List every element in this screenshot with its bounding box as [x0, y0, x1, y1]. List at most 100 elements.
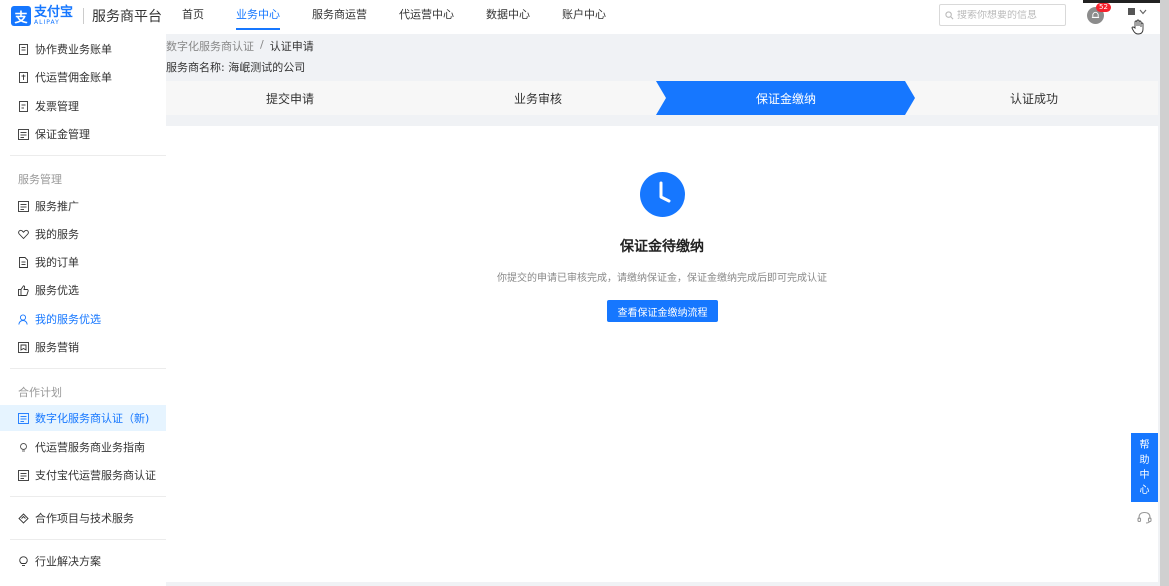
sidebar-item-my-service-select[interactable]: 我的服务优选 — [0, 306, 166, 332]
sidebar-item-deposit[interactable]: 保证金管理 — [0, 121, 166, 147]
heart-icon — [18, 229, 29, 239]
alipay-logo-icon: 支 — [11, 6, 31, 26]
clock-icon — [640, 172, 685, 217]
sidebar-item-label: 我的订单 — [35, 256, 79, 269]
sidebar-item-coop-bill[interactable]: 协作费业务账单 — [0, 36, 166, 62]
search-input[interactable] — [957, 9, 1062, 21]
notification-badge: 52 — [1096, 3, 1111, 12]
sidebar-item-label: 发票管理 — [35, 100, 79, 113]
status-description: 你提交的申请已审核完成，请缴纳保证金，保证金缴纳完成后即可完成认证 — [497, 273, 827, 284]
sidebar-divider — [10, 539, 166, 540]
provider-value: 海岷测试的公司 — [228, 61, 306, 74]
user-menu[interactable] — [1128, 8, 1147, 15]
sidebar: 协作费业务账单 代运营佣金账单 发票管理 保证金管理 服务管理 服务推广 我的服… — [0, 34, 166, 586]
provider-name: 服务商名称: 海岷测试的公司 — [166, 59, 305, 75]
help-center-button[interactable]: 帮 助 中 心 — [1131, 433, 1158, 502]
sidebar-divider — [10, 155, 166, 156]
sidebar-item-label: 合作项目与技术服务 — [35, 512, 134, 525]
sidebar-item-label: 支付宝代运营服务商认证 — [35, 469, 156, 482]
document-icon — [18, 469, 29, 481]
help-char: 中 — [1139, 469, 1150, 481]
sidebar-divider — [10, 368, 166, 369]
sidebar-item-invoice[interactable]: 发票管理 — [0, 93, 166, 119]
logo-cn-text: 支付宝 — [34, 5, 74, 20]
sidebar-item-digital-certification[interactable]: 数字化服务商认证（新) — [0, 405, 166, 431]
help-char: 帮 — [1139, 439, 1150, 451]
sidebar-item-industry-solutions[interactable]: 行业解决方案 — [0, 548, 166, 574]
sidebar-item-label: 我的服务 — [35, 228, 79, 241]
sidebar-item-my-service[interactable]: 我的服务 — [0, 221, 166, 247]
nav-account-center[interactable]: 账户中心 — [562, 0, 606, 34]
nav-agency-center[interactable]: 代运营中心 — [399, 0, 454, 34]
commission-bill-icon — [19, 71, 28, 83]
breadcrumb-current: 认证申请 — [269, 40, 314, 53]
step-deposit: 保证金缴纳 — [755, 91, 816, 106]
window-edge-scrollbar[interactable] — [1160, 0, 1169, 586]
sidebar-item-commission-bill[interactable]: 代运营佣金账单 — [0, 64, 166, 90]
sidebar-item-label: 我的服务优选 — [35, 313, 101, 326]
chevron-down-icon — [1139, 9, 1147, 14]
sidebar-item-label: 协作费业务账单 — [35, 43, 112, 56]
status-title: 保证金待缴纳 — [620, 239, 704, 255]
step-review: 业务审核 — [513, 91, 562, 106]
progress-steps: 提交申请 业务审核 保证金缴纳 认证成功 — [166, 81, 1158, 115]
main-nav: 首页 业务中心 服务商运营 代运营中心 数据中心 账户中心 — [172, 0, 606, 34]
logo-en-text: ALIPAY — [34, 19, 60, 26]
hand-cursor-icon — [1131, 19, 1144, 35]
sidebar-item-label: 数字化服务商认证（新) — [35, 412, 150, 425]
breadcrumb-parent[interactable]: 数字化服务商认证 — [166, 38, 254, 54]
window-edge-top — [1083, 0, 1169, 3]
nav-data-center[interactable]: 数据中心 — [486, 0, 530, 34]
sidebar-item-alipay-agency-cert[interactable]: 支付宝代运营服务商认证 — [0, 462, 166, 488]
sidebar-item-agency-guide[interactable]: 代运营服务商业务指南 — [0, 434, 166, 460]
top-bar: 支 支付宝 ALIPAY 服务商平台 首页 业务中心 服务商运营 代运营中心 数… — [0, 0, 1169, 34]
help-char: 助 — [1139, 454, 1150, 466]
sidebar-item-my-order[interactable]: 我的订单 — [0, 249, 166, 275]
promotion-icon — [18, 200, 29, 212]
certificate-icon — [18, 412, 29, 424]
headset-icon — [1137, 511, 1152, 524]
sidebar-item-label: 代运营佣金账单 — [35, 71, 112, 84]
sidebar-group-partner: 合作计划 — [18, 386, 62, 399]
sidebar-item-label: 行业解决方案 — [35, 555, 101, 568]
search-box[interactable] — [939, 4, 1066, 26]
user-icon — [18, 313, 28, 325]
sidebar-item-label: 保证金管理 — [35, 128, 90, 141]
customer-service-button[interactable] — [1131, 504, 1158, 531]
step-success: 认证成功 — [1009, 91, 1058, 106]
sidebar-item-label: 代运营服务商业务指南 — [35, 441, 145, 454]
nav-home[interactable]: 首页 — [182, 0, 204, 34]
sidebar-item-label: 服务优选 — [35, 284, 79, 297]
help-char: 心 — [1139, 484, 1150, 496]
view-deposit-process-button[interactable]: 查看保证金缴纳流程 — [607, 300, 718, 322]
provider-label: 服务商名称: — [166, 61, 225, 74]
sidebar-item-label: 服务营销 — [35, 341, 79, 354]
logo-divider — [83, 8, 85, 24]
sidebar-divider — [10, 496, 166, 497]
invoice-icon — [19, 100, 28, 112]
bell-icon — [1091, 11, 1100, 19]
lightbulb-icon — [19, 555, 28, 566]
sidebar-group-service: 服务管理 — [18, 173, 62, 186]
alipay-logo[interactable]: 支 支付宝 ALIPAY 服务商平台 — [11, 6, 162, 26]
sidebar-item-promotion[interactable]: 服务推广 — [0, 193, 166, 219]
nav-business-center[interactable]: 业务中心 — [236, 0, 280, 34]
bill-icon — [19, 43, 28, 55]
user-avatar-icon — [1128, 8, 1135, 15]
order-icon — [19, 256, 28, 268]
sidebar-item-label: 服务推广 — [35, 200, 79, 213]
breadcrumb: 数字化服务商认证 / 认证申请 — [166, 38, 314, 54]
breadcrumb-separator: / — [260, 38, 264, 51]
platform-name: 服务商平台 — [92, 9, 163, 25]
deposit-icon — [18, 128, 29, 140]
step-submit: 提交申请 — [265, 91, 314, 106]
diamond-icon — [18, 512, 29, 524]
marketing-icon — [18, 341, 29, 353]
thumbs-up-icon — [18, 284, 29, 296]
nav-provider-ops[interactable]: 服务商运营 — [312, 0, 367, 34]
search-icon — [945, 10, 954, 19]
bulb-icon — [20, 442, 27, 451]
sidebar-item-marketing[interactable]: 服务营销 — [0, 334, 166, 360]
sidebar-item-coop-projects[interactable]: 合作项目与技术服务 — [0, 505, 166, 531]
sidebar-item-service-select[interactable]: 服务优选 — [0, 277, 166, 303]
